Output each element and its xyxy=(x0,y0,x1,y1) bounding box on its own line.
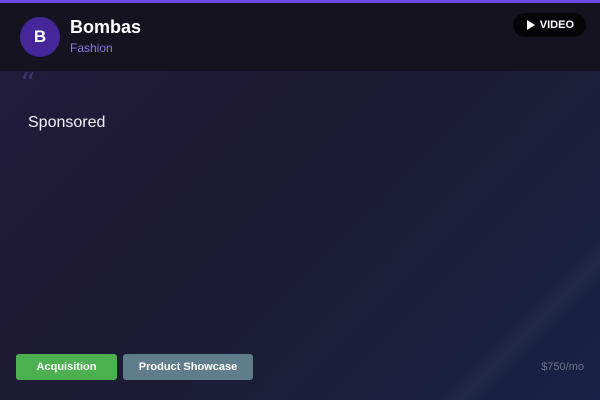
ad-card: B Bombas Fashion VIDEO “ Sponsored Acqui… xyxy=(0,0,600,400)
quote-icon: “ xyxy=(20,67,36,102)
play-icon xyxy=(526,20,535,30)
brand-category: Fashion xyxy=(70,41,113,55)
tag-list: Acquisition Product Showcase xyxy=(16,354,253,380)
price-label: $750/mo xyxy=(541,361,584,373)
video-button[interactable]: VIDEO xyxy=(512,13,586,37)
card-header: B Bombas Fashion VIDEO xyxy=(0,3,600,71)
ad-caption: Sponsored xyxy=(28,114,106,131)
tag-acquisition[interactable]: Acquisition xyxy=(16,354,117,380)
tag-product-showcase[interactable]: Product Showcase xyxy=(123,354,253,380)
video-label: VIDEO xyxy=(539,19,574,31)
brand-name: Bombas xyxy=(70,17,142,37)
brand-avatar: B xyxy=(20,17,60,57)
